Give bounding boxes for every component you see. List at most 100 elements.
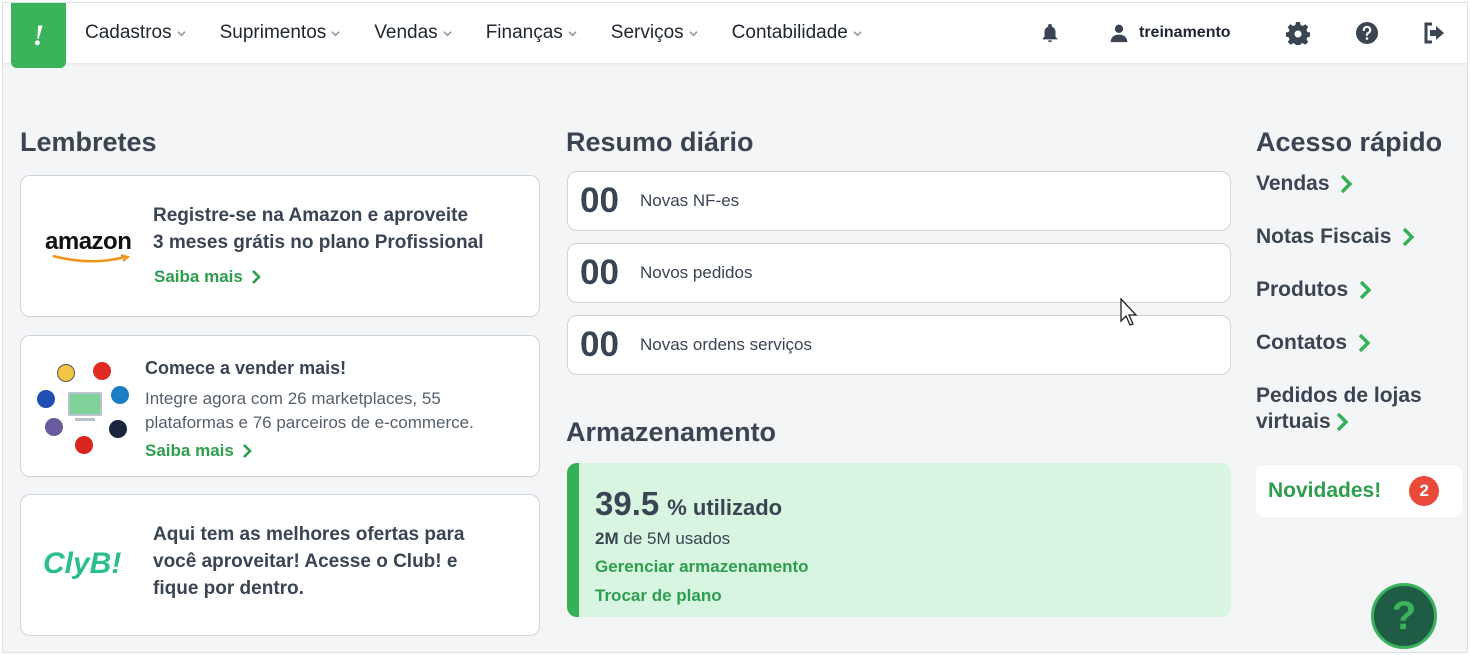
chevron-right-icon [251, 270, 261, 284]
novidades-count-badge: 2 [1409, 476, 1440, 506]
quick-link-label: Produtos [1256, 278, 1349, 301]
menu-label: Suprimentos [219, 22, 327, 43]
walmart-icon [111, 386, 129, 404]
storage-percent: 39.5 [595, 485, 660, 522]
quick-link-produtos[interactable]: Produtos [1256, 277, 1372, 303]
marketplaces-reminder-card[interactable]: Comece a vender mais! Integre agora com … [20, 335, 540, 477]
link-label: Trocar de plano [595, 586, 722, 605]
menu-label: Vendas [374, 22, 438, 43]
amazon-reminder-card[interactable]: amazon Registre-se na Amazon e aproveite… [20, 175, 540, 317]
logout-icon[interactable] [1422, 20, 1448, 46]
user-menu[interactable]: treinamento [1109, 3, 1231, 63]
app-window: ! Cadastros Suprimentos Vendas Finanças … [2, 2, 1468, 653]
marketplaces-text: Integre agora com 26 marketplaces, 55 pl… [145, 387, 474, 435]
chevron-down-icon [568, 29, 577, 38]
amazon-smile-icon [52, 254, 131, 263]
mercadolivre-icon [57, 364, 75, 382]
main-menu: Cadastros Suprimentos Vendas Finanças Se… [85, 3, 896, 63]
club-logo: ClуB! [43, 547, 121, 581]
amazon-a-icon [93, 362, 111, 380]
summary-value: 00 [580, 325, 619, 364]
summary-pedidos-card[interactable]: 00 Novos pedidos [567, 243, 1231, 303]
notifications-area [1037, 3, 1063, 63]
settings-area [1285, 3, 1311, 63]
link-label: Saiba mais [154, 267, 243, 286]
amazon-text-line1: Registre-se na Amazon e aproveite [153, 205, 469, 226]
menu-label: Cadastros [85, 22, 172, 43]
acesso-rapido-title: Acesso rápido [1256, 127, 1443, 157]
summary-value: 00 [580, 253, 619, 292]
quick-link-label-line2: virtuais [1256, 410, 1331, 433]
club-text-line1: Aqui tem as melhores ofertas para [153, 524, 465, 545]
top-navigation-bar: ! Cadastros Suprimentos Vendas Finanças … [3, 3, 1467, 68]
link-label: Gerenciar armazenamento [595, 557, 809, 576]
summary-label: Novos pedidos [640, 263, 753, 282]
flame-marketplace-icon [75, 436, 93, 454]
change-plan-link[interactable]: Trocar de plano [595, 586, 722, 606]
user-name: treinamento [1139, 24, 1231, 41]
menu-label: Serviços [610, 22, 684, 43]
marketplaces-text-line2: plataformas e 76 parceiros de e-commerce… [145, 413, 474, 432]
app-logo[interactable]: ! [11, 3, 66, 68]
monitor-icon [68, 392, 102, 416]
marketplaces-saiba-mais-link[interactable]: Saiba mais [145, 441, 252, 461]
novidades-button[interactable]: Novidades! 2 [1256, 465, 1462, 517]
dark-marketplace-icon [109, 420, 127, 438]
menu-vendas[interactable]: Vendas [374, 22, 452, 44]
manage-storage-link[interactable]: Gerenciar armazenamento [595, 557, 809, 577]
user-icon [1110, 24, 1128, 43]
n-marketplace-icon [45, 418, 63, 436]
quick-link-label-line1: Pedidos de lojas [1256, 384, 1422, 407]
quick-link-notas-fiscais[interactable]: Notas Fiscais [1256, 224, 1415, 250]
menu-suprimentos[interactable]: Suprimentos [220, 22, 341, 44]
amazon-logo: amazon [45, 228, 132, 263]
club-text-line3: fique por dentro. [153, 578, 304, 599]
chevron-right-icon [242, 444, 252, 458]
amazon-logo-text: amazon [45, 228, 132, 255]
quick-link-contatos[interactable]: Contatos [1256, 330, 1371, 356]
amazon-text-line2: 3 meses grátis no plano Profissional [153, 232, 484, 253]
club-logo-text: ClуB! [43, 547, 122, 580]
resumo-title: Resumo diário [566, 127, 754, 157]
menu-label: Contabilidade [731, 22, 848, 43]
storage-percent-suffix: % utilizado [667, 495, 783, 520]
help-circle-icon[interactable] [1354, 20, 1380, 46]
club-reminder-text: Aqui tem as melhores ofertas para você a… [153, 521, 465, 602]
logo-glyph: ! [32, 18, 45, 52]
summary-nfes-card[interactable]: 00 Novas NF-es [567, 171, 1231, 231]
chevron-right-icon [1359, 281, 1372, 300]
amazon-saiba-mais-link[interactable]: Saiba mais [154, 267, 261, 287]
chevron-right-icon [1358, 334, 1371, 353]
armazenamento-title: Armazenamento [566, 417, 777, 447]
quick-link-label: Contatos [1256, 331, 1347, 354]
marketplaces-illustration [35, 358, 135, 458]
club-reminder-card[interactable]: ClуB! Aqui tem as melhores ofertas para … [20, 494, 540, 636]
storage-used-suffix: de 5M usados [623, 529, 731, 548]
bell-icon[interactable] [1037, 20, 1063, 46]
quick-link-label: Notas Fiscais [1256, 225, 1392, 248]
club-text-line2: você aproveitar! Acesse o Club! e [153, 551, 458, 572]
help-question-icon: ? [1391, 593, 1417, 638]
menu-financas[interactable]: Finanças [486, 22, 577, 44]
menu-label: Finanças [485, 22, 563, 43]
quick-link-pedidos-lojas-virtuais[interactable]: Pedidos de lojas virtuais [1256, 383, 1422, 435]
quick-link-label: Vendas [1256, 172, 1330, 195]
mouse-cursor-icon [1120, 298, 1138, 326]
summary-label: Novas NF-es [640, 191, 740, 210]
link-label: Saiba mais [145, 441, 234, 460]
menu-servicos[interactable]: Serviços [611, 22, 698, 44]
quick-link-vendas[interactable]: Vendas [1256, 171, 1353, 197]
menu-contabilidade[interactable]: Contabilidade [732, 22, 862, 44]
chevron-down-icon [689, 29, 698, 38]
summary-label: Novas ordens serviços [640, 335, 812, 354]
amazon-reminder-text: Registre-se na Amazon e aproveite 3 mese… [153, 202, 484, 256]
help-chat-button[interactable]: ? [1371, 583, 1437, 649]
chevron-down-icon [853, 29, 862, 38]
monitor-stand [75, 418, 95, 421]
storage-usage: 39.5 % utilizado [595, 485, 782, 523]
marketplaces-text-line1: Integre agora com 26 marketplaces, 55 [145, 389, 441, 408]
chevron-right-icon [1336, 413, 1349, 432]
menu-cadastros[interactable]: Cadastros [85, 22, 186, 44]
lembretes-title: Lembretes [20, 127, 157, 157]
gear-icon[interactable] [1285, 20, 1311, 46]
